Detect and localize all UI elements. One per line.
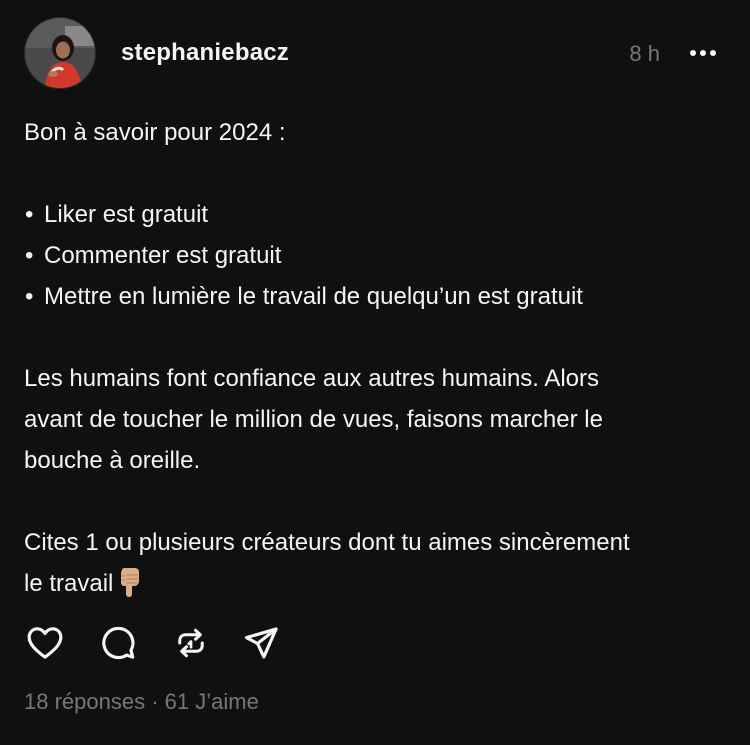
post-intro: Bon à savoir pour 2024 : — [24, 119, 286, 146]
list-item: • Commenter est gratuit — [24, 235, 726, 276]
send-icon — [244, 627, 278, 659]
repost-icon — [178, 628, 204, 658]
heart-icon — [27, 627, 63, 659]
cta-line: Cites 1 ou plusieurs créateurs dont tu a… — [24, 529, 630, 556]
list-item: • Liker est gratuit — [24, 194, 726, 235]
more-options-button[interactable] — [688, 39, 720, 67]
cta-text: le travail — [24, 570, 114, 597]
list-item: • Mettre en lumière le travail de quelqu… — [24, 276, 726, 317]
avatar[interactable] — [24, 17, 96, 89]
post-time: 8 h — [629, 41, 660, 66]
bullet-symbol: • — [25, 283, 34, 310]
bullet-text: Mettre en lumière le travail de quelqu’u… — [44, 283, 583, 310]
post-body: Bon à savoir pour 2024 : • Liker est gra… — [24, 112, 726, 604]
bullet-text: Commenter est gratuit — [44, 242, 282, 269]
bullet-symbol: • — [25, 242, 34, 269]
paragraph-line: Les humains font confiance aux autres hu… — [24, 365, 599, 392]
paragraph-line: bouche à oreille. — [24, 447, 201, 474]
bullet-symbol: • — [25, 201, 34, 228]
cta-line-last: le travail — [24, 563, 726, 604]
stats-separator: · — [145, 689, 165, 714]
replies-count[interactable]: 18 réponses — [24, 689, 145, 714]
thread-post: stephaniebacz 8 h Bon à savoir pour 2024… — [0, 0, 750, 745]
pointing-down-hand-icon — [117, 567, 143, 597]
author-username[interactable]: stephaniebacz — [121, 39, 289, 67]
paragraph-line: avant de toucher le million de vues, fai… — [24, 406, 603, 433]
share-button[interactable] — [240, 622, 282, 664]
bullet-text: Liker est gratuit — [44, 201, 209, 228]
likes-count[interactable]: 61 J’aime — [165, 689, 259, 714]
post-stats: 18 réponses · 61 J’aime — [24, 689, 259, 715]
more-dots-icon — [690, 50, 716, 56]
bullet-list: • Liker est gratuit • Commenter est grat… — [24, 194, 726, 317]
comment-icon — [102, 626, 135, 660]
repost-button[interactable] — [170, 622, 212, 664]
reply-button[interactable] — [97, 622, 139, 664]
avatar-photo-icon — [25, 18, 95, 88]
post-header: stephaniebacz 8 h — [24, 17, 726, 89]
like-button[interactable] — [24, 622, 66, 664]
